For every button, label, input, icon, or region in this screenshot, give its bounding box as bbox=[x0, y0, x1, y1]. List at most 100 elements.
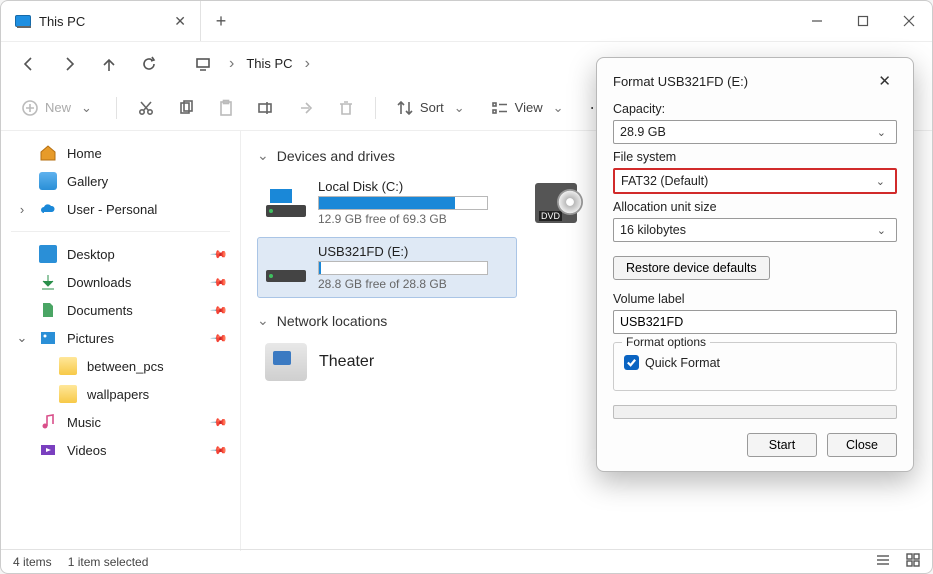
capacity-value: 28.9 GB bbox=[620, 125, 666, 139]
sidebar-label: wallpapers bbox=[87, 387, 149, 402]
chevron-down-icon: ⌄ bbox=[873, 126, 890, 139]
sidebar-item-wallpapers[interactable]: wallpapers bbox=[7, 380, 234, 408]
sidebar-label: Documents bbox=[67, 303, 133, 318]
pin-icon: 📌 bbox=[210, 441, 229, 460]
cut-button[interactable] bbox=[129, 95, 163, 121]
drive-icon bbox=[266, 254, 306, 282]
sidebar-item-videos[interactable]: Videos 📌 bbox=[7, 436, 234, 464]
pin-icon: 📌 bbox=[210, 329, 229, 348]
titlebar: This PC ✕ + bbox=[1, 1, 932, 41]
status-selected-count: 1 item selected bbox=[68, 555, 149, 569]
format-options-group: Format options Quick Format bbox=[613, 342, 897, 391]
sidebar-item-user-personal[interactable]: › User - Personal bbox=[7, 195, 234, 223]
thumbnails-view-button[interactable] bbox=[906, 553, 920, 570]
paste-button[interactable] bbox=[209, 95, 243, 121]
quick-format-checkbox[interactable] bbox=[624, 355, 639, 370]
chevron-down-icon: ⌄ bbox=[77, 100, 96, 116]
folder-icon bbox=[59, 357, 77, 375]
new-button[interactable]: New ⌄ bbox=[13, 95, 104, 121]
delete-button[interactable] bbox=[329, 95, 363, 121]
drive-name: Local Disk (C:) bbox=[318, 179, 508, 194]
sidebar-label: Desktop bbox=[67, 247, 115, 262]
sort-icon bbox=[396, 99, 414, 117]
forward-button[interactable] bbox=[51, 48, 87, 80]
restore-defaults-button[interactable]: Restore device defaults bbox=[613, 256, 770, 280]
rename-icon bbox=[257, 99, 275, 117]
allocation-size-select[interactable]: 16 kilobytes ⌄ bbox=[613, 218, 897, 242]
media-device-icon bbox=[265, 343, 307, 381]
drive-local-disk-c[interactable]: Local Disk (C:) 12.9 GB free of 69.3 GB bbox=[257, 172, 517, 233]
back-button[interactable] bbox=[11, 48, 47, 80]
dialog-title: Format USB321FD (E:) bbox=[613, 74, 748, 89]
capacity-label: Capacity: bbox=[613, 102, 897, 116]
tab-this-pc[interactable]: This PC ✕ bbox=[1, 1, 201, 41]
sidebar-item-home[interactable]: Home bbox=[7, 139, 234, 167]
chevron-down-icon: ⌄ bbox=[872, 175, 889, 188]
breadcrumb-root-icon[interactable] bbox=[185, 48, 221, 80]
share-button[interactable] bbox=[289, 95, 323, 121]
sidebar-label: Home bbox=[67, 146, 102, 161]
network-item-label: Theater bbox=[319, 353, 374, 371]
new-label: New bbox=[45, 100, 71, 115]
volume-label-input[interactable] bbox=[613, 310, 897, 334]
sidebar-item-pictures[interactable]: ⌄ Pictures 📌 bbox=[7, 324, 234, 352]
music-icon bbox=[39, 413, 57, 431]
plus-circle-icon bbox=[21, 99, 39, 117]
chevron-icon[interactable]: › bbox=[301, 55, 314, 73]
view-button[interactable]: View ⌄ bbox=[483, 95, 576, 121]
view-label: View bbox=[515, 100, 543, 115]
sidebar-item-desktop[interactable]: Desktop 📌 bbox=[7, 240, 234, 268]
pin-icon: 📌 bbox=[210, 301, 229, 320]
sort-label: Sort bbox=[420, 100, 444, 115]
view-icon bbox=[491, 99, 509, 117]
sidebar-item-downloads[interactable]: Downloads 📌 bbox=[7, 268, 234, 296]
pin-icon: 📌 bbox=[210, 273, 229, 292]
drive-free-text: 28.8 GB free of 28.8 GB bbox=[318, 277, 508, 291]
documents-icon bbox=[39, 301, 57, 319]
format-dialog: Format USB321FD (E:) ✕ Capacity: 28.9 GB… bbox=[596, 57, 914, 472]
downloads-icon bbox=[39, 273, 57, 291]
expand-icon[interactable]: ⌄ bbox=[15, 330, 29, 346]
format-options-legend: Format options bbox=[622, 335, 710, 349]
desktop-icon bbox=[39, 245, 57, 263]
pin-icon: 📌 bbox=[210, 245, 229, 264]
file-system-select[interactable]: FAT32 (Default) ⌄ bbox=[613, 168, 897, 194]
sidebar-item-gallery[interactable]: Gallery bbox=[7, 167, 234, 195]
minimize-button[interactable] bbox=[794, 1, 840, 41]
status-item-count: 4 items bbox=[13, 555, 52, 569]
new-tab-button[interactable]: + bbox=[201, 11, 241, 32]
home-icon bbox=[39, 144, 57, 162]
dialog-close-button[interactable]: ✕ bbox=[872, 70, 897, 92]
sidebar-item-documents[interactable]: Documents 📌 bbox=[7, 296, 234, 324]
drive-dvd[interactable]: DVD bbox=[531, 183, 581, 223]
tab-title: This PC bbox=[39, 14, 166, 29]
folder-icon bbox=[59, 385, 77, 403]
file-system-label: File system bbox=[613, 150, 897, 164]
close-window-button[interactable] bbox=[886, 1, 932, 41]
chevron-down-icon: ⌄ bbox=[450, 100, 469, 116]
up-button[interactable] bbox=[91, 48, 127, 80]
expand-icon[interactable]: › bbox=[15, 202, 29, 217]
sidebar-label: Downloads bbox=[67, 275, 131, 290]
group-label: Network locations bbox=[277, 313, 388, 329]
rename-button[interactable] bbox=[249, 95, 283, 121]
sidebar-label: Videos bbox=[67, 443, 107, 458]
volume-label-label: Volume label bbox=[613, 292, 897, 306]
sidebar-item-music[interactable]: Music 📌 bbox=[7, 408, 234, 436]
chevron-down-icon: ⌄ bbox=[549, 100, 568, 116]
sidebar-item-between-pcs[interactable]: between_pcs bbox=[7, 352, 234, 380]
drive-usb321fd-e[interactable]: USB321FD (E:) 28.8 GB free of 28.8 GB bbox=[257, 237, 517, 298]
capacity-select[interactable]: 28.9 GB ⌄ bbox=[613, 120, 897, 144]
refresh-button[interactable] bbox=[131, 48, 167, 80]
allocation-size-label: Allocation unit size bbox=[613, 200, 897, 214]
start-button[interactable]: Start bbox=[747, 433, 817, 457]
copy-button[interactable] bbox=[169, 95, 203, 121]
close-button[interactable]: Close bbox=[827, 433, 897, 457]
breadcrumb-this-pc[interactable]: This PC bbox=[242, 56, 296, 71]
details-view-button[interactable] bbox=[876, 553, 890, 570]
tab-close-button[interactable]: ✕ bbox=[174, 13, 186, 30]
sidebar-label: Music bbox=[67, 415, 101, 430]
sidebar-label: User - Personal bbox=[67, 202, 157, 217]
sort-button[interactable]: Sort ⌄ bbox=[388, 95, 477, 121]
maximize-button[interactable] bbox=[840, 1, 886, 41]
